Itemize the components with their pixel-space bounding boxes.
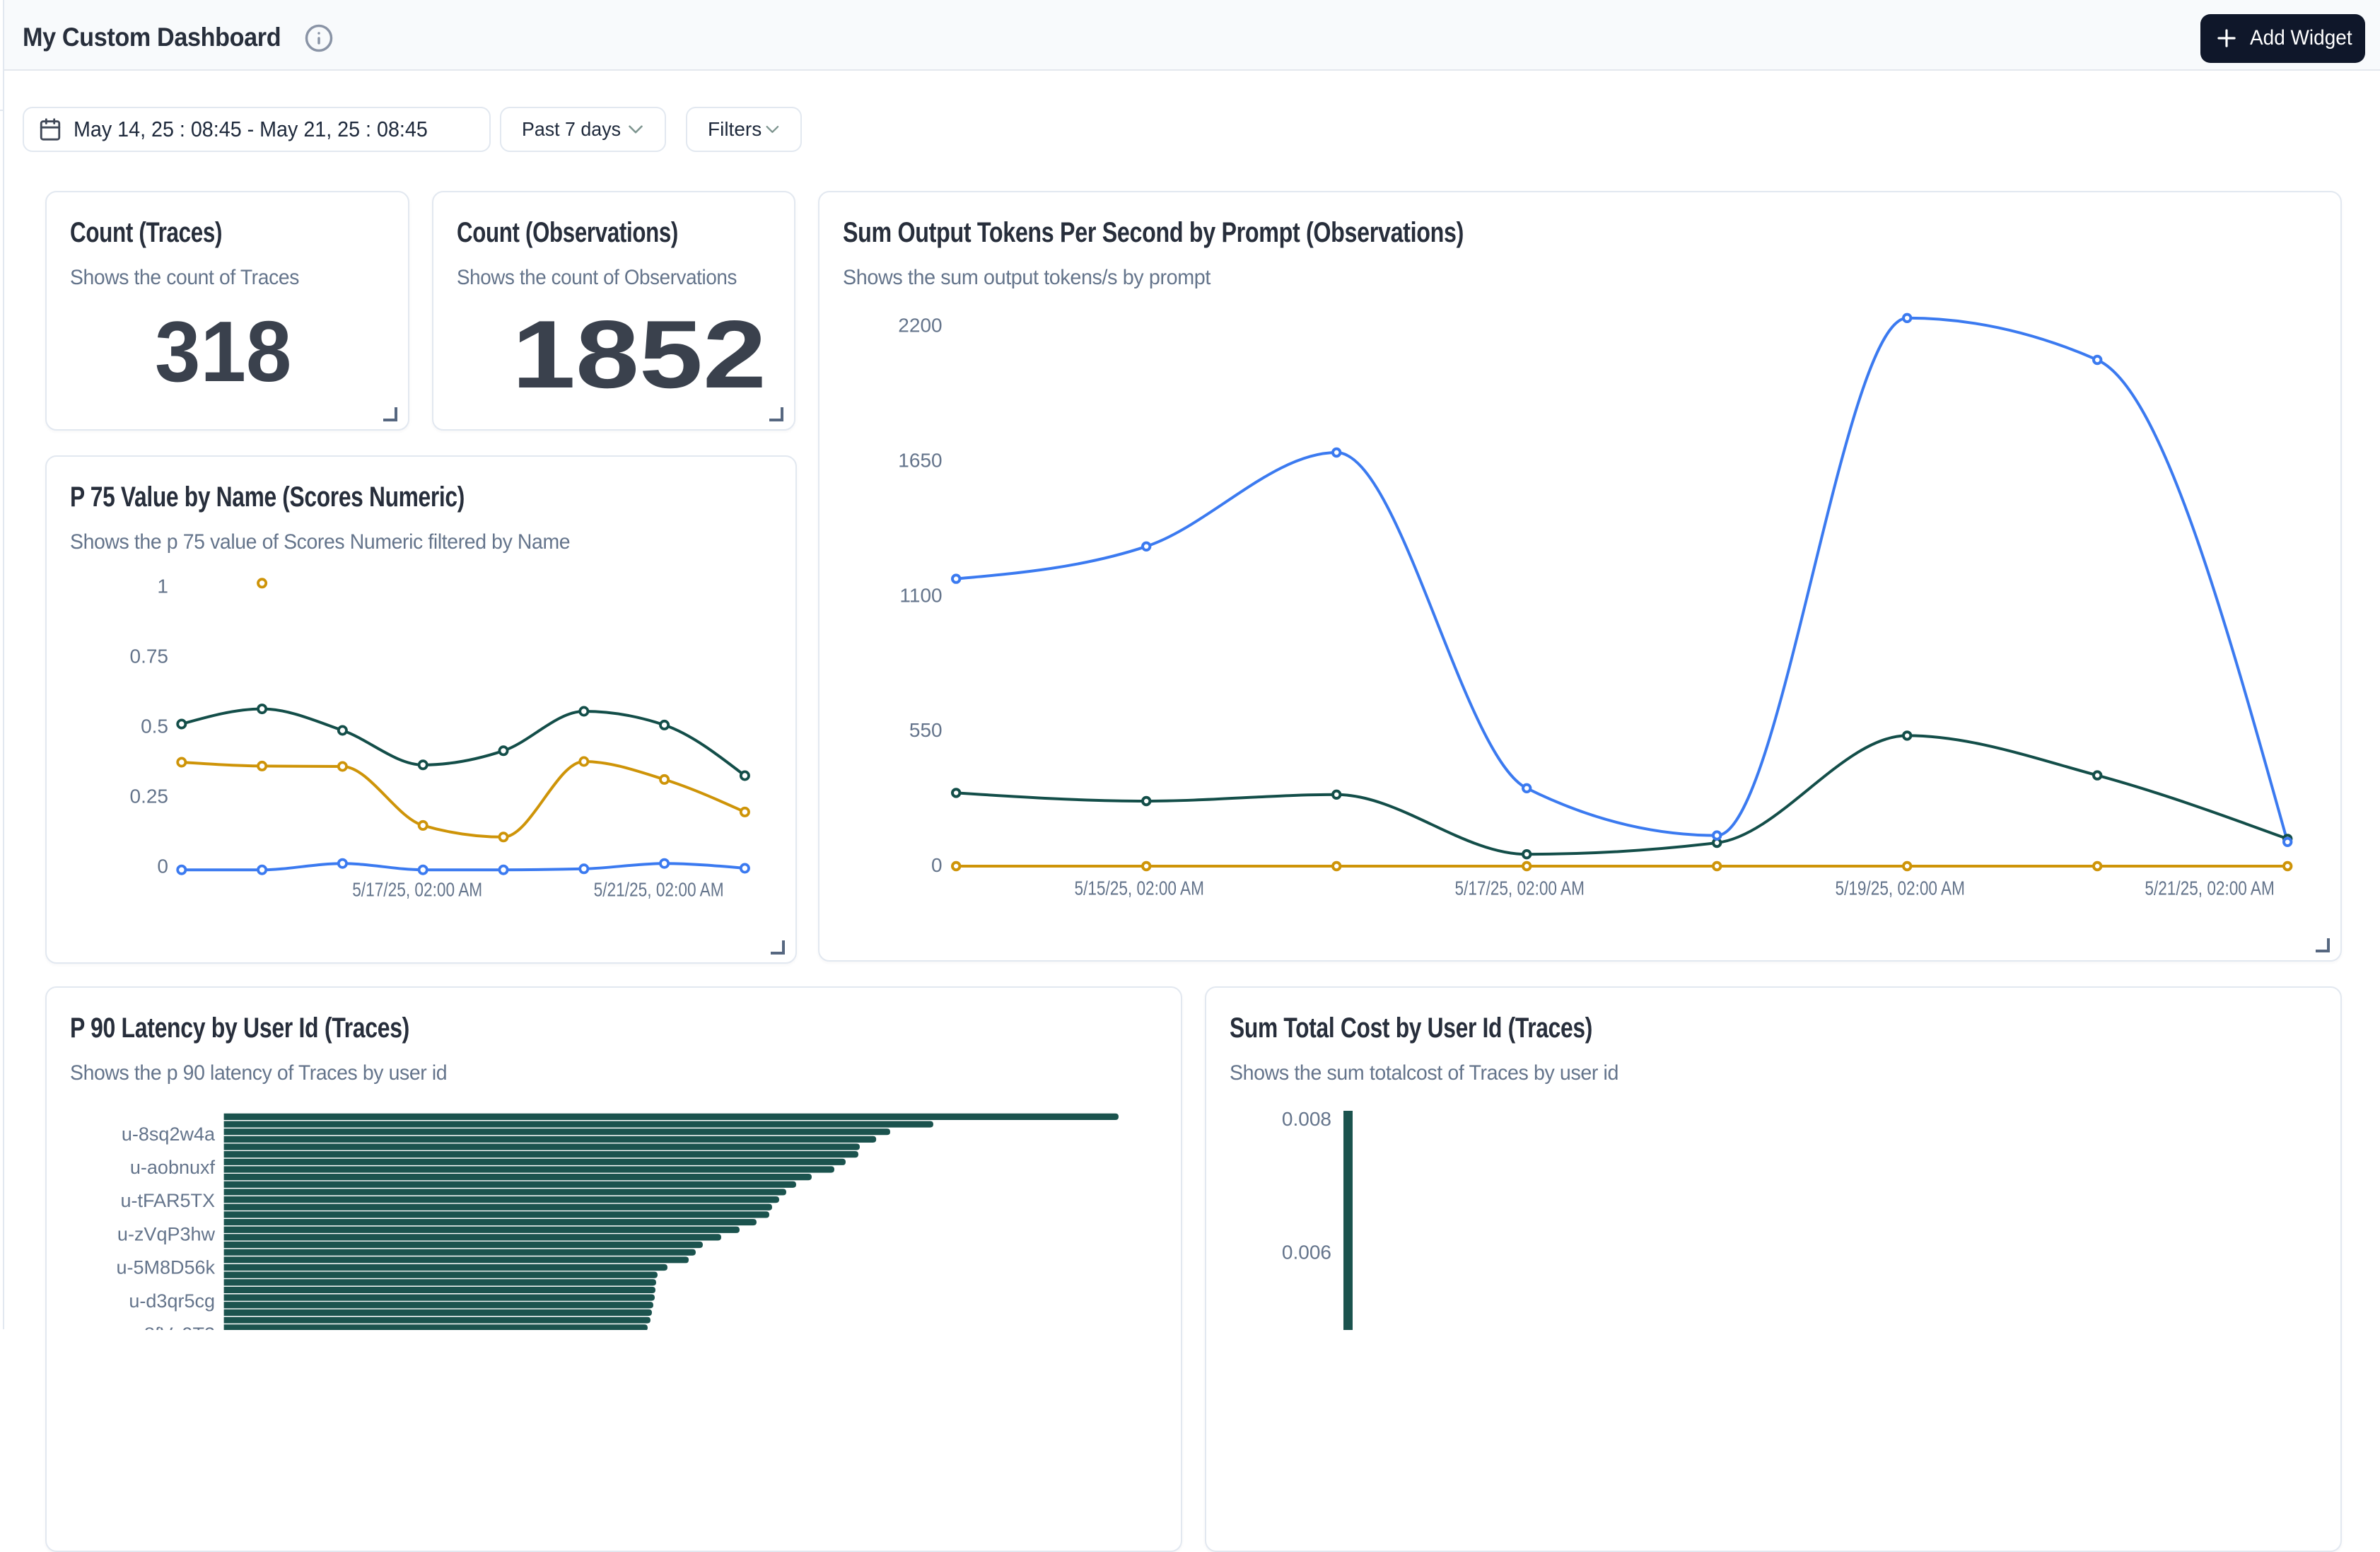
- svg-text:u-zVqP3hw: u-zVqP3hw: [117, 1223, 216, 1244]
- svg-text:1: 1: [157, 575, 168, 597]
- svg-text:u-aobnuxf: u-aobnuxf: [130, 1157, 216, 1178]
- svg-text:1650: 1650: [899, 449, 943, 471]
- svg-text:0.008: 0.008: [1282, 1108, 1331, 1130]
- svg-text:0.25: 0.25: [130, 785, 169, 807]
- svg-text:0.75: 0.75: [130, 645, 169, 667]
- svg-text:u-5M8D56k: u-5M8D56k: [116, 1257, 215, 1278]
- svg-text:5/15/25, 02:00 AM: 5/15/25, 02:00 AM: [1075, 877, 1204, 899]
- svg-text:0: 0: [931, 854, 943, 876]
- svg-text:550: 550: [909, 719, 943, 741]
- svg-text:0.5: 0.5: [141, 715, 168, 737]
- svg-text:5/19/25, 02:00 AM: 5/19/25, 02:00 AM: [1836, 877, 1965, 899]
- svg-text:5/21/25, 02:00 AM: 5/21/25, 02:00 AM: [2145, 877, 2275, 899]
- svg-text:u-8sq2w4a: u-8sq2w4a: [122, 1124, 216, 1145]
- svg-text:u-tFAR5TX: u-tFAR5TX: [120, 1190, 215, 1211]
- svg-text:2200: 2200: [899, 314, 943, 336]
- svg-text:0: 0: [157, 855, 168, 877]
- svg-text:u-d3qr5cg: u-d3qr5cg: [129, 1290, 215, 1312]
- svg-text:5/21/25, 02:00 AM: 5/21/25, 02:00 AM: [594, 879, 724, 901]
- svg-text:1100: 1100: [900, 584, 943, 606]
- svg-text:5/17/25, 02:00 AM: 5/17/25, 02:00 AM: [352, 879, 482, 901]
- svg-text:5/17/25, 02:00 AM: 5/17/25, 02:00 AM: [1455, 877, 1585, 899]
- svg-text:0.006: 0.006: [1282, 1242, 1331, 1264]
